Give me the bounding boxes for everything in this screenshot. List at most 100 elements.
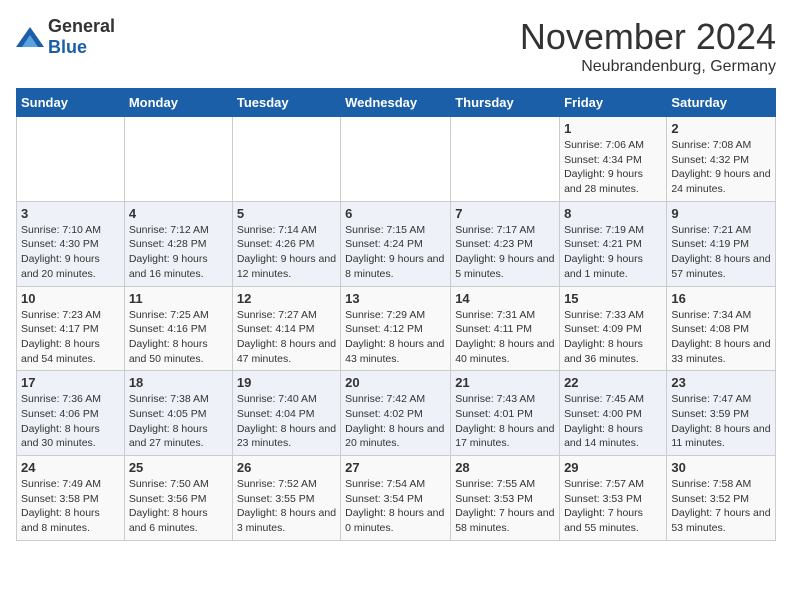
day-info: Sunrise: 7:45 AM Sunset: 4:00 PM Dayligh… [564,392,662,451]
day-info: Sunrise: 7:14 AM Sunset: 4:26 PM Dayligh… [237,223,336,282]
day-info: Sunrise: 7:25 AM Sunset: 4:16 PM Dayligh… [129,308,228,367]
col-header-saturday: Saturday [667,89,776,117]
day-info: Sunrise: 7:27 AM Sunset: 4:14 PM Dayligh… [237,308,336,367]
day-number: 14 [455,291,555,306]
day-info: Sunrise: 7:23 AM Sunset: 4:17 PM Dayligh… [21,308,120,367]
day-number: 11 [129,291,228,306]
day-number: 1 [564,121,662,136]
calendar-cell: 6 Sunrise: 7:15 AM Sunset: 4:24 PM Daylig… [341,201,451,286]
day-number: 17 [21,375,120,390]
calendar-cell [341,117,451,202]
col-header-friday: Friday [560,89,667,117]
calendar-cell: 27 Sunrise: 7:54 AM Sunset: 3:54 PM Dayli… [341,456,451,541]
day-info: Sunrise: 7:29 AM Sunset: 4:12 PM Dayligh… [345,308,446,367]
day-number: 4 [129,206,228,221]
calendar-cell: 1 Sunrise: 7:06 AM Sunset: 4:34 PM Daylig… [560,117,667,202]
day-info: Sunrise: 7:08 AM Sunset: 4:32 PM Dayligh… [671,138,771,197]
day-info: Sunrise: 7:34 AM Sunset: 4:08 PM Dayligh… [671,308,771,367]
day-info: Sunrise: 7:47 AM Sunset: 3:59 PM Dayligh… [671,392,771,451]
col-header-sunday: Sunday [17,89,125,117]
day-number: 24 [21,460,120,475]
day-number: 28 [455,460,555,475]
calendar-cell: 15 Sunrise: 7:33 AM Sunset: 4:09 PM Dayli… [560,286,667,371]
location-title: Neubrandenburg, Germany [520,58,776,76]
day-number: 27 [345,460,446,475]
day-info: Sunrise: 7:10 AM Sunset: 4:30 PM Dayligh… [21,223,120,282]
calendar-cell: 12 Sunrise: 7:27 AM Sunset: 4:14 PM Dayli… [232,286,340,371]
calendar-cell: 20Sunrise: 7:42 AM Sunset: 4:02 PM Dayli… [341,371,451,456]
day-number: 19 [237,375,336,390]
calendar-cell: 7 Sunrise: 7:17 AM Sunset: 4:23 PM Daylig… [451,201,560,286]
day-info: Sunrise: 7:15 AM Sunset: 4:24 PM Dayligh… [345,223,446,282]
calendar-cell: 2Sunrise: 7:08 AM Sunset: 4:32 PM Daylig… [667,117,776,202]
day-info: Sunrise: 7:38 AM Sunset: 4:05 PM Dayligh… [129,392,228,451]
day-number: 26 [237,460,336,475]
day-info: Sunrise: 7:33 AM Sunset: 4:09 PM Dayligh… [564,308,662,367]
day-number: 12 [237,291,336,306]
calendar-cell: 14 Sunrise: 7:31 AM Sunset: 4:11 PM Dayli… [451,286,560,371]
calendar-cell: 17 Sunrise: 7:36 AM Sunset: 4:06 PM Dayli… [17,371,125,456]
col-header-monday: Monday [124,89,232,117]
calendar-cell: 29Sunrise: 7:57 AM Sunset: 3:53 PM Dayli… [560,456,667,541]
day-info: Sunrise: 7:19 AM Sunset: 4:21 PM Dayligh… [564,223,662,282]
day-number: 9 [671,206,771,221]
day-info: Sunrise: 7:54 AM Sunset: 3:54 PM Dayligh… [345,477,446,536]
day-number: 5 [237,206,336,221]
calendar-cell: 23 Sunrise: 7:47 AM Sunset: 3:59 PM Dayli… [667,371,776,456]
col-header-tuesday: Tuesday [232,89,340,117]
day-number: 7 [455,206,555,221]
header: General Blue November 2024 Neubrandenbur… [16,16,776,76]
calendar-cell: 5 Sunrise: 7:14 AM Sunset: 4:26 PM Daylig… [232,201,340,286]
calendar-cell: 9 Sunrise: 7:21 AM Sunset: 4:19 PM Daylig… [667,201,776,286]
day-number: 15 [564,291,662,306]
calendar-cell: 28 Sunrise: 7:55 AM Sunset: 3:53 PM Dayli… [451,456,560,541]
day-info: Sunrise: 7:49 AM Sunset: 3:58 PM Dayligh… [21,477,120,536]
day-info: Sunrise: 7:43 AM Sunset: 4:01 PM Dayligh… [455,392,555,451]
calendar-cell: 8 Sunrise: 7:19 AM Sunset: 4:21 PM Daylig… [560,201,667,286]
week-row: 17 Sunrise: 7:36 AM Sunset: 4:06 PM Dayli… [17,371,776,456]
logo-text-general: General [48,16,115,36]
col-header-thursday: Thursday [451,89,560,117]
day-number: 23 [671,375,771,390]
day-number: 16 [671,291,771,306]
day-info: Sunrise: 7:57 AM Sunset: 3:53 PM Dayligh… [564,477,662,536]
day-number: 18 [129,375,228,390]
week-row: 10Sunrise: 7:23 AM Sunset: 4:17 PM Dayli… [17,286,776,371]
day-number: 30 [671,460,771,475]
day-number: 6 [345,206,446,221]
calendar-cell: 21 Sunrise: 7:43 AM Sunset: 4:01 PM Dayli… [451,371,560,456]
week-row: 1 Sunrise: 7:06 AM Sunset: 4:34 PM Daylig… [17,117,776,202]
day-info: Sunrise: 7:06 AM Sunset: 4:34 PM Dayligh… [564,138,662,197]
day-info: Sunrise: 7:31 AM Sunset: 4:11 PM Dayligh… [455,308,555,367]
calendar-cell [17,117,125,202]
calendar-cell: 22 Sunrise: 7:45 AM Sunset: 4:00 PM Dayli… [560,371,667,456]
day-number: 21 [455,375,555,390]
logo: General Blue [16,16,115,58]
day-number: 3 [21,206,120,221]
day-number: 22 [564,375,662,390]
day-info: Sunrise: 7:17 AM Sunset: 4:23 PM Dayligh… [455,223,555,282]
calendar-cell: 24 Sunrise: 7:49 AM Sunset: 3:58 PM Dayli… [17,456,125,541]
calendar-table: SundayMondayTuesdayWednesdayThursdayFrid… [16,88,776,541]
calendar-cell: 19Sunrise: 7:40 AM Sunset: 4:04 PM Dayli… [232,371,340,456]
calendar-cell: 13 Sunrise: 7:29 AM Sunset: 4:12 PM Dayli… [341,286,451,371]
week-row: 3 Sunrise: 7:10 AM Sunset: 4:30 PM Daylig… [17,201,776,286]
month-title: November 2024 [520,16,776,58]
calendar-cell: 25 Sunrise: 7:50 AM Sunset: 3:56 PM Dayli… [124,456,232,541]
week-row: 24 Sunrise: 7:49 AM Sunset: 3:58 PM Dayli… [17,456,776,541]
day-info: Sunrise: 7:21 AM Sunset: 4:19 PM Dayligh… [671,223,771,282]
day-info: Sunrise: 7:36 AM Sunset: 4:06 PM Dayligh… [21,392,120,451]
title-area: November 2024 Neubrandenburg, Germany [520,16,776,76]
day-number: 13 [345,291,446,306]
day-number: 25 [129,460,228,475]
calendar-cell: 11 Sunrise: 7:25 AM Sunset: 4:16 PM Dayli… [124,286,232,371]
calendar-cell: 10Sunrise: 7:23 AM Sunset: 4:17 PM Dayli… [17,286,125,371]
day-info: Sunrise: 7:58 AM Sunset: 3:52 PM Dayligh… [671,477,771,536]
calendar-cell: 16 Sunrise: 7:34 AM Sunset: 4:08 PM Dayli… [667,286,776,371]
logo-icon [16,27,44,47]
day-number: 8 [564,206,662,221]
calendar-cell [124,117,232,202]
col-header-wednesday: Wednesday [341,89,451,117]
day-info: Sunrise: 7:50 AM Sunset: 3:56 PM Dayligh… [129,477,228,536]
day-info: Sunrise: 7:55 AM Sunset: 3:53 PM Dayligh… [455,477,555,536]
